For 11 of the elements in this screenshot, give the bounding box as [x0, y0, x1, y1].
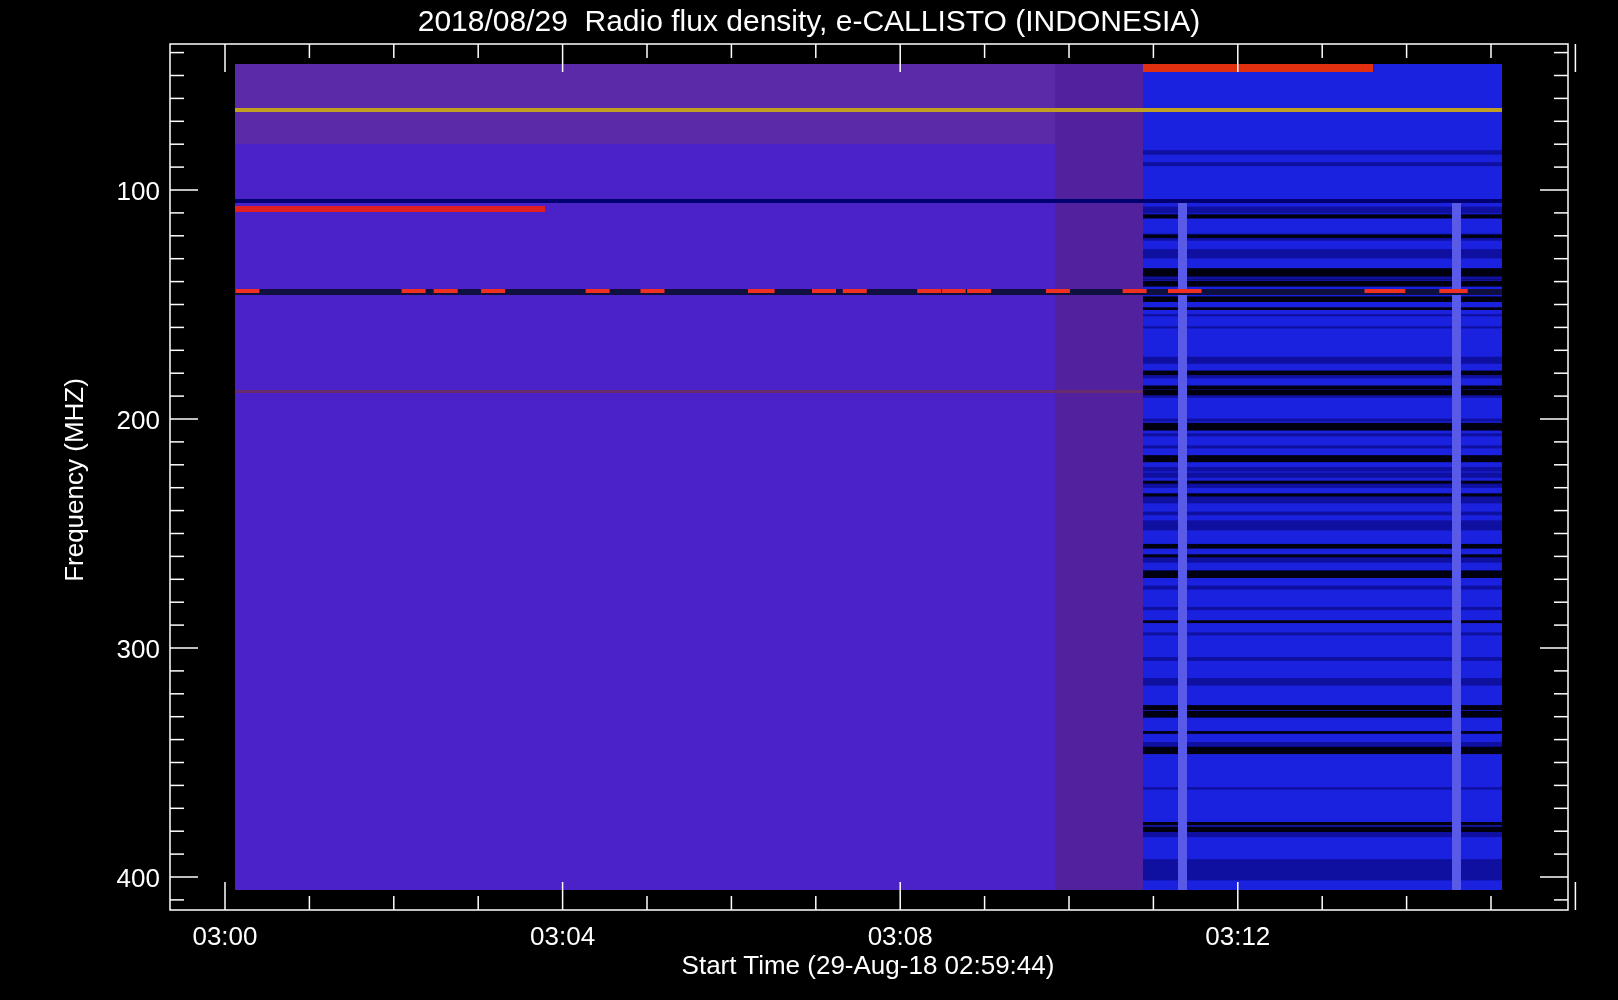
y-tick-label: 300 — [116, 634, 160, 664]
x-tick-label: 03:04 — [530, 921, 596, 951]
y-tick-label: 200 — [116, 405, 160, 435]
x-tick-label: 03:12 — [1205, 921, 1271, 951]
chart-title: 2018/08/29 Radio flux density, e-CALLISTO (INDONESIA) — [417, 4, 1201, 37]
x-tick-label: 03:00 — [192, 921, 258, 951]
y-axis-title: Frequency (MHZ) — [59, 378, 89, 582]
y-tick-label: 100 — [116, 176, 160, 206]
x-axis-title: Start Time (29-Aug-18 02:59:44) — [681, 950, 1055, 980]
y-tick-label: 400 — [116, 863, 160, 893]
x-tick-label: 03:08 — [867, 921, 933, 951]
